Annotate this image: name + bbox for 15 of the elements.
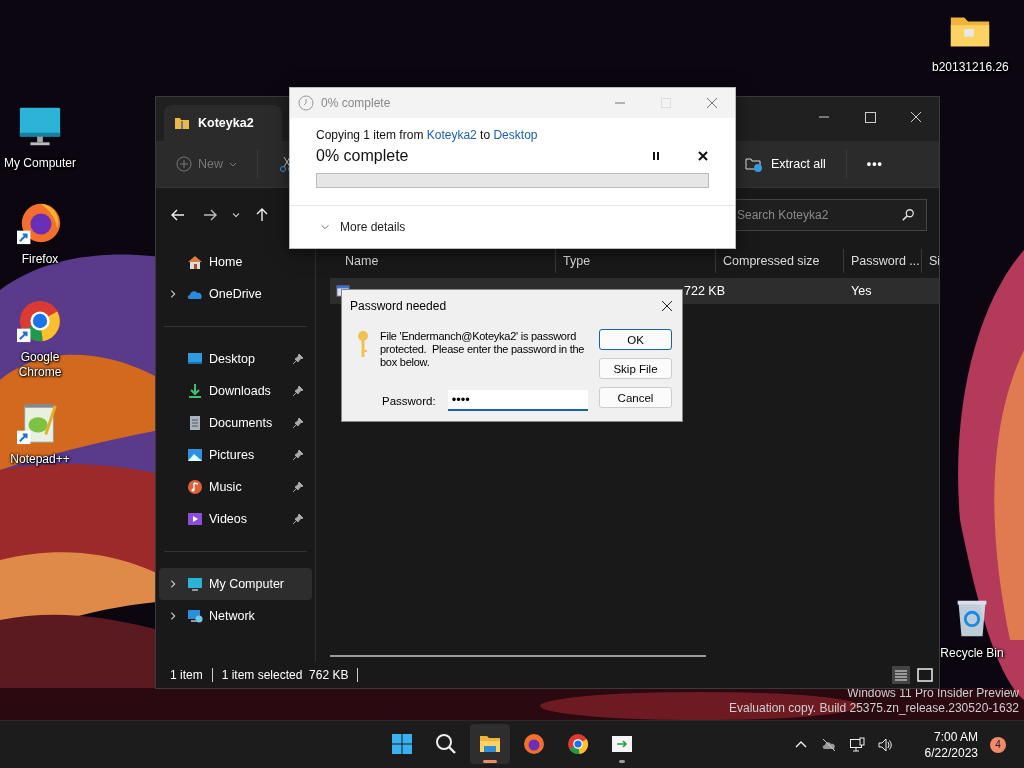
- copy-message: Copying 1 item from Koteyka2 to Desktop: [316, 128, 539, 142]
- progress-text: 0% complete: [316, 147, 410, 165]
- dialog-title: Password needed: [350, 299, 447, 313]
- icon-label: b20131216.26: [932, 60, 1008, 75]
- dialog-message: File 'Endermanch@Koteyka2' is password protected. Please enter the password in the box below.: [380, 330, 586, 369]
- window-title: 0% complete: [321, 96, 392, 110]
- icon-label: My Computer: [3, 156, 77, 171]
- table-cell-text: Yes: [851, 284, 873, 298]
- table-cell: 722 KB: [684, 284, 725, 298]
- icon-label: Google Chrome: [17, 350, 63, 380]
- field-label: Password:: [382, 394, 436, 407]
- watermark-text: Evaluation copy. Build 25375.zn_release.230520-1632: [729, 701, 1019, 716]
- status-text: 1 item selected 762 KB: [221, 668, 349, 682]
- icon-label: Firefox: [20, 252, 60, 267]
- status-text: 1 item: [170, 668, 203, 682]
